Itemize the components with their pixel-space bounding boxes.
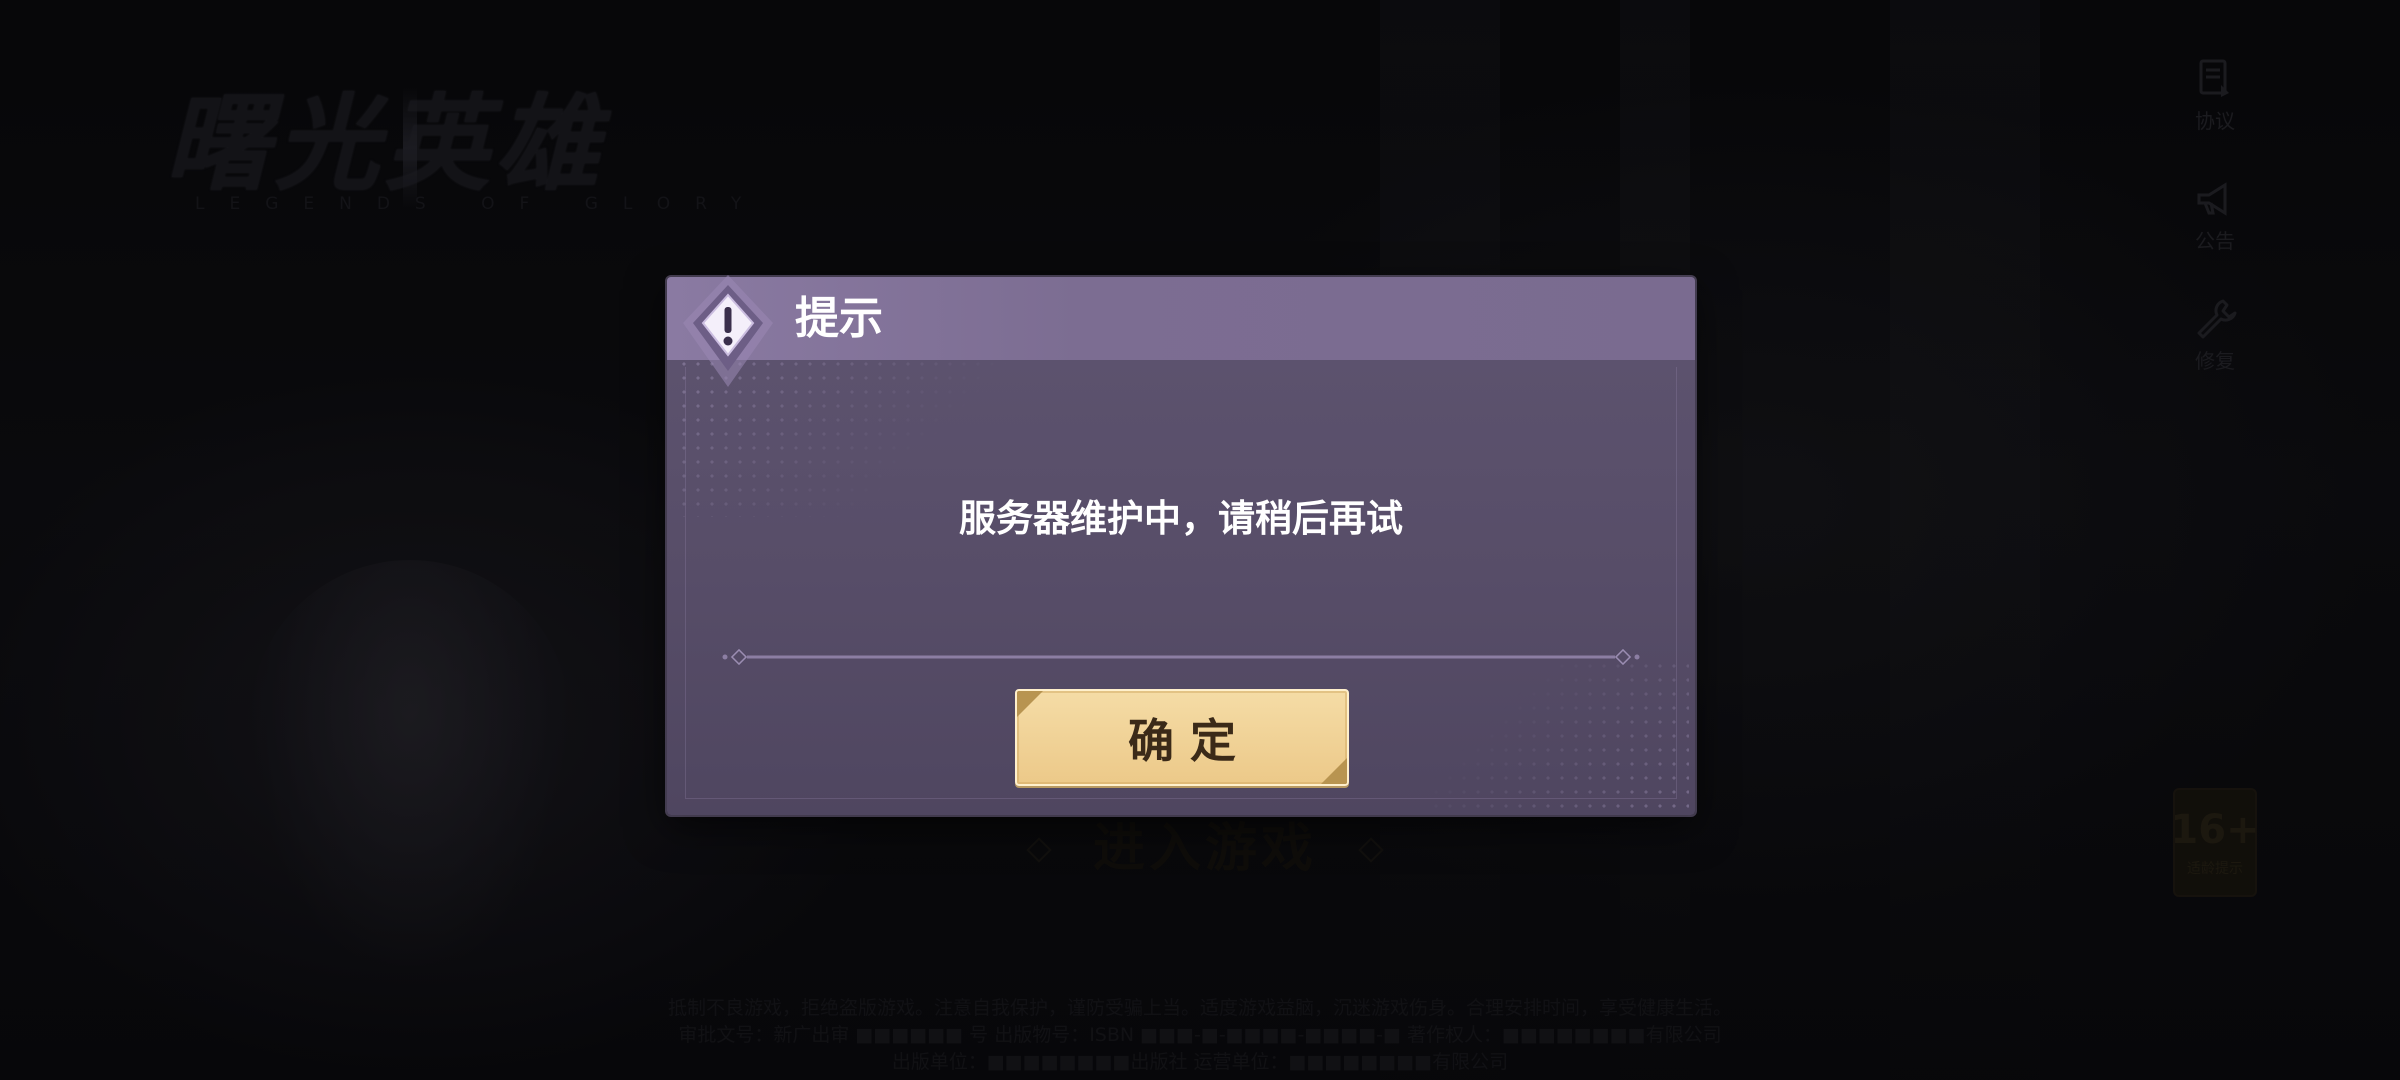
confirm-button-label: 确定 (1128, 713, 1252, 768)
notice-dialog: 提示 服务器维护中，请稍后再试 确定 (667, 275, 1695, 815)
dialog-message: 服务器维护中，请稍后再试 (959, 497, 1403, 540)
corner-decoration (1321, 758, 1347, 784)
confirm-button[interactable]: 确定 (1015, 689, 1349, 786)
divider (722, 649, 1640, 665)
exclamation-icon (683, 275, 773, 387)
login-screen: 曙光英雄 LEGENDS OF GLORY 协议 公告 修复 16+ 适龄提示 … (0, 0, 2400, 1080)
dialog-title: 提示 (795, 293, 883, 344)
corner-decoration (1017, 691, 1043, 717)
dot-pattern-decoration (1429, 659, 1689, 809)
